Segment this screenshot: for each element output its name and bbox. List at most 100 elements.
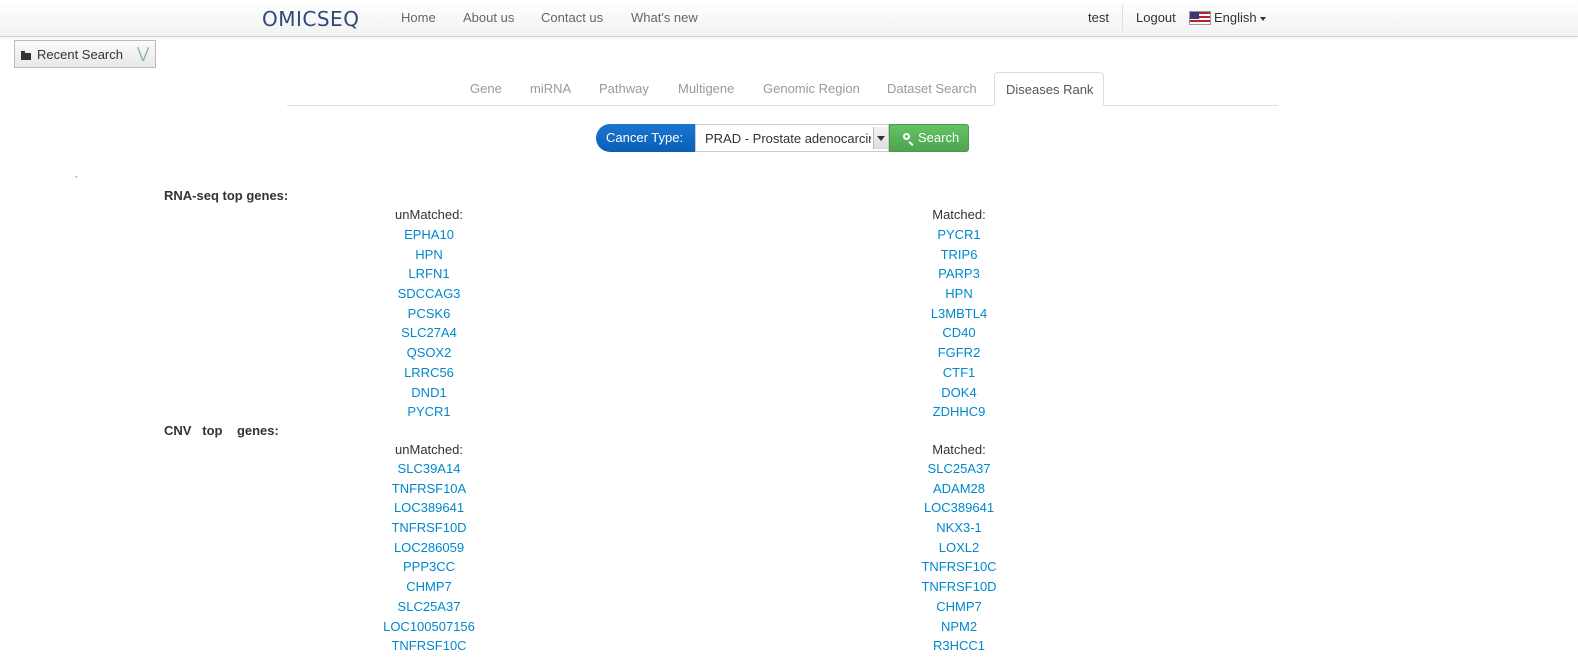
cnv-matched-header: Matched: (932, 442, 986, 457)
gene-list-item: EPHA10 (329, 225, 529, 245)
tab-pathway[interactable]: Pathway (599, 81, 649, 96)
nav-home[interactable]: Home (401, 10, 436, 25)
cnv-title: CNV top genes: (164, 423, 279, 438)
gene-link[interactable]: TNFRSF10C (391, 638, 466, 653)
gene-list-item: LRRC56 (329, 363, 529, 383)
logout-link[interactable]: Logout (1136, 10, 1176, 25)
gene-link[interactable]: TRIP6 (941, 247, 978, 262)
tab-mirna[interactable]: miRNA (530, 81, 571, 96)
recent-search-toggle[interactable]: Recent Search ⋁ (14, 40, 156, 68)
gene-link[interactable]: SDCCAG3 (398, 286, 461, 301)
search-icon (903, 133, 910, 140)
gene-list-item: LOC389641 (859, 498, 1059, 518)
gene-link[interactable]: EPHA10 (404, 227, 454, 242)
rna-seq-title: RNA-seq top genes: (164, 188, 289, 203)
gene-list-item: TNFRSF10A (329, 479, 529, 499)
gene-list-item: SLC25A37 (859, 459, 1059, 479)
gene-link[interactable]: NPM2 (941, 619, 977, 634)
cancer-type-select[interactable]: PRAD - Prostate adenocarcinoma (695, 124, 889, 152)
gene-list-item: NKX3-1 (859, 518, 1059, 538)
gene-list-item: PYCR1 (859, 225, 1059, 245)
gene-list-item: R3HCC1 (859, 636, 1059, 656)
gene-list-item: TNFRSF10C (329, 636, 529, 656)
gene-link[interactable]: HPN (945, 286, 972, 301)
gene-link[interactable]: SLC39A14 (398, 461, 461, 476)
gene-list-item: LRFN1 (329, 264, 529, 284)
tab-gene[interactable]: Gene (470, 81, 502, 96)
gene-link[interactable]: HPN (415, 247, 442, 262)
nav-whats-new[interactable]: What's new (631, 10, 698, 25)
gene-link[interactable]: LRFN1 (408, 266, 449, 281)
gene-link[interactable]: TNFRSF10C (921, 559, 996, 574)
gene-link[interactable]: NKX3-1 (936, 520, 982, 535)
gene-list-item: HPN (329, 245, 529, 265)
gene-link[interactable]: ADAM28 (933, 481, 985, 496)
gene-list-item: PPP3CC (329, 557, 529, 577)
rna-matched-header: Matched: (932, 207, 986, 222)
gene-list-item: LOC286059 (329, 538, 529, 558)
rna-unmatched-list: EPHA10 HPN LRFN1 SDCCAG3 PCSK6 SLC27A4 QSOX2 LR… (329, 225, 529, 422)
gene-link[interactable]: PYCR1 (407, 404, 450, 419)
gene-list-item: TNFRSF10C (859, 557, 1059, 577)
gene-link[interactable]: DOK4 (941, 385, 976, 400)
caret-down-icon (1259, 16, 1266, 21)
gene-link[interactable]: R3HCC1 (933, 638, 985, 653)
gene-link[interactable]: SLC25A37 (928, 461, 991, 476)
search-button[interactable]: Search (889, 124, 969, 152)
search-button-label: Search (918, 130, 960, 145)
gene-link[interactable]: PARP3 (938, 266, 980, 281)
language-dropdown[interactable]: English (1214, 10, 1266, 25)
gene-link[interactable]: TNFRSF10D (391, 520, 466, 535)
gene-link[interactable]: LOC389641 (394, 500, 464, 515)
rna-unmatched-header: unMatched: (395, 207, 463, 222)
gene-list-item: PYCR1 (329, 402, 529, 422)
gene-list-item: L3MBTL4 (859, 304, 1059, 324)
gene-list-item: CTF1 (859, 363, 1059, 383)
gene-link[interactable]: LOC389641 (924, 500, 994, 515)
tab-dataset-search[interactable]: Dataset Search (887, 81, 977, 96)
tab-multigene[interactable]: Multigene (678, 81, 734, 96)
gene-link[interactable]: CHMP7 (936, 599, 982, 614)
top-navbar: OMICSEQ Home About us Contact us What's … (0, 0, 1578, 37)
gene-link[interactable]: LOC100507156 (383, 619, 475, 634)
gene-link[interactable]: CHMP7 (406, 579, 452, 594)
gene-list-item: LOXL2 (859, 538, 1059, 558)
gene-link[interactable]: CTF1 (943, 365, 976, 380)
gene-link[interactable]: FGFR2 (938, 345, 981, 360)
gene-link[interactable]: LOXL2 (939, 540, 979, 555)
gene-list-item: NPM2 (859, 617, 1059, 637)
cnv-matched-list: SLC25A37 ADAM28 LOC389641 NKX3-1 LOXL2 TNFRSF… (859, 459, 1059, 656)
gene-link[interactable]: CD40 (942, 325, 975, 340)
brand-logo[interactable]: OMICSEQ (262, 7, 359, 31)
gene-link[interactable]: TNFRSF10D (921, 579, 996, 594)
gene-link[interactable]: PCSK6 (408, 306, 451, 321)
gene-link[interactable]: L3MBTL4 (931, 306, 987, 321)
gene-link[interactable]: DND1 (411, 385, 446, 400)
gene-link[interactable]: PPP3CC (403, 559, 455, 574)
gene-link[interactable]: SLC25A37 (398, 599, 461, 614)
gene-link[interactable]: LOC286059 (394, 540, 464, 555)
cnv-unmatched-header: unMatched: (395, 442, 463, 457)
gene-list-item: LOC389641 (329, 498, 529, 518)
gene-list-item: FGFR2 (859, 343, 1059, 363)
gene-list-item: PCSK6 (329, 304, 529, 324)
gene-list-item: ZDHHC9 (859, 402, 1059, 422)
gene-list-item: SDCCAG3 (329, 284, 529, 304)
gene-link[interactable]: PYCR1 (937, 227, 980, 242)
rna-matched-list: PYCR1 TRIP6 PARP3 HPN L3MBTL4 CD40 FGFR2 CTF1 DO… (859, 225, 1059, 422)
tab-diseases-rank-label: Diseases Rank (1006, 82, 1094, 97)
nav-about-us[interactable]: About us (463, 10, 514, 25)
dropdown-arrow-icon[interactable] (873, 127, 888, 149)
tab-diseases-rank[interactable]: Diseases Rank (994, 72, 1104, 106)
nav-contact-us[interactable]: Contact us (541, 10, 603, 25)
gene-link[interactable]: ZDHHC9 (933, 404, 986, 419)
tab-genomic-region[interactable]: Genomic Region (763, 81, 860, 96)
gene-link[interactable]: SLC27A4 (401, 325, 457, 340)
gene-link[interactable]: TNFRSF10A (392, 481, 466, 496)
gene-link[interactable]: QSOX2 (407, 345, 452, 360)
folder-icon (21, 51, 31, 60)
gene-list-item: SLC27A4 (329, 323, 529, 343)
gene-list-item: SLC25A37 (329, 597, 529, 617)
gene-link[interactable]: LRRC56 (404, 365, 454, 380)
gene-list-item: TNFRSF10D (329, 518, 529, 538)
